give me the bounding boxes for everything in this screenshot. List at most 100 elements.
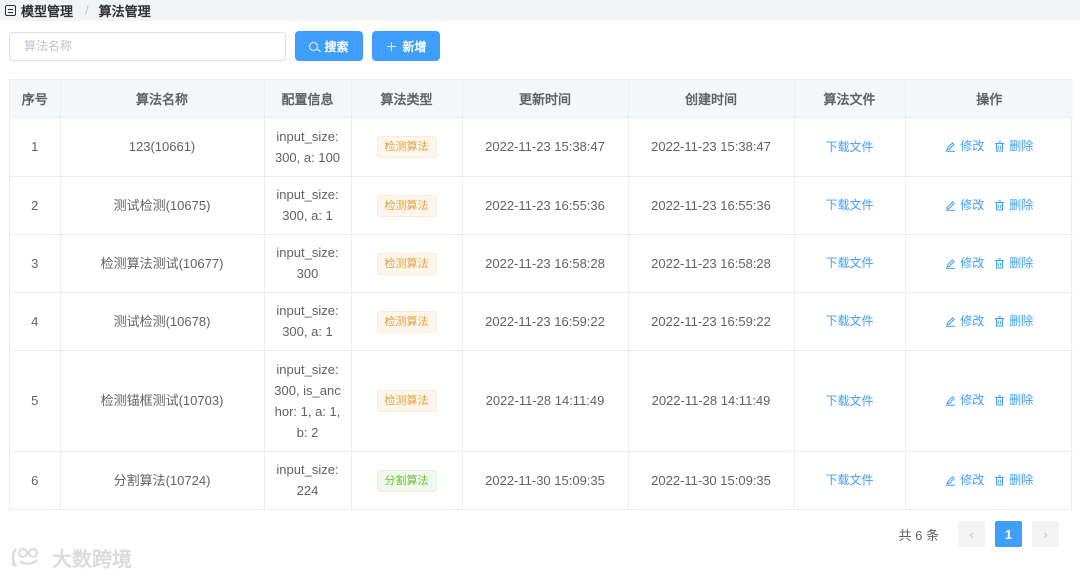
download-file-link[interactable]: 下载文件 bbox=[825, 394, 873, 408]
edit-button[interactable]: 修改 bbox=[945, 311, 984, 332]
toolbar: 搜索 ＋ 新增 bbox=[9, 31, 440, 61]
breadcrumb-current: 算法管理 bbox=[98, 4, 151, 19]
edit-button[interactable]: 修改 bbox=[945, 470, 984, 491]
algorithm-type-tag: 检测算法 bbox=[376, 194, 437, 217]
delete-button[interactable]: 删除 bbox=[994, 136, 1033, 157]
chevron-right-icon[interactable]: › bbox=[1032, 521, 1059, 547]
breadcrumb-separator: / bbox=[85, 3, 89, 18]
page-number-current[interactable]: 1 bbox=[995, 521, 1022, 547]
delete-label: 删除 bbox=[1009, 393, 1034, 407]
cell-config: input_size: 300 bbox=[264, 234, 352, 293]
cell-created: 2022-11-30 15:09:35 bbox=[628, 451, 795, 509]
download-file-link[interactable]: 下载文件 bbox=[825, 314, 873, 328]
breadcrumb-parent[interactable]: 模型管理 bbox=[21, 1, 73, 20]
cell-type: 检测算法 bbox=[351, 176, 463, 235]
edit-icon bbox=[946, 142, 956, 152]
header-config: 配置信息 bbox=[264, 80, 352, 118]
table-row: 5 检测锚框测试(10703) input_size: 300, is_anchor… bbox=[10, 350, 1073, 452]
cell-name: 123(10661) bbox=[60, 117, 265, 177]
delete-button[interactable]: 删除 bbox=[994, 470, 1033, 491]
table-row: 3 检测算法测试(10677) input_size: 300 检测算法 2022-11… bbox=[10, 234, 1073, 293]
edit-label: 修改 bbox=[960, 472, 985, 487]
cell-actions: 修改 删除 bbox=[905, 292, 1073, 351]
cell-file: 下载文件 bbox=[794, 292, 906, 351]
cell-name: 分割算法(10724) bbox=[60, 451, 265, 509]
cell-updated: 2022-11-30 15:09:35 bbox=[462, 451, 629, 509]
cell-index: 4 bbox=[10, 292, 61, 351]
delete-label: 删除 bbox=[1009, 139, 1034, 153]
download-file-link[interactable]: 下载文件 bbox=[825, 473, 873, 487]
search-icon bbox=[309, 41, 319, 51]
cell-file: 下载文件 bbox=[794, 117, 906, 177]
watermark-logo-icon bbox=[11, 547, 39, 567]
watermark: 大数跨境 bbox=[10, 543, 132, 572]
algorithm-type-tag: 检测算法 bbox=[376, 310, 437, 333]
search-input[interactable] bbox=[9, 31, 286, 61]
edit-button[interactable]: 修改 bbox=[945, 195, 984, 216]
chevron-left-icon[interactable]: ‹ bbox=[958, 521, 985, 547]
delete-button[interactable]: 删除 bbox=[994, 390, 1033, 411]
watermark-text: 大数跨境 bbox=[52, 549, 132, 571]
trash-icon bbox=[995, 141, 1005, 152]
delete-button[interactable]: 删除 bbox=[994, 311, 1033, 332]
cell-config: input_size: 224 bbox=[264, 451, 352, 509]
cell-index: 2 bbox=[10, 176, 61, 235]
header-file: 算法文件 bbox=[794, 80, 906, 118]
cell-config: input_size: 300, a: 1 bbox=[264, 292, 352, 351]
add-button-label: 新增 bbox=[402, 39, 427, 54]
edit-label: 修改 bbox=[960, 197, 985, 212]
header-created: 创建时间 bbox=[628, 80, 795, 118]
edit-label: 修改 bbox=[960, 139, 985, 153]
cell-name: 测试检测(10675) bbox=[60, 176, 265, 235]
algorithm-type-tag: 检测算法 bbox=[376, 252, 437, 275]
download-file-link[interactable]: 下载文件 bbox=[825, 198, 873, 212]
table-row: 2 测试检测(10675) input_size: 300, a: 1 检测算法 202… bbox=[10, 176, 1073, 235]
edit-button[interactable]: 修改 bbox=[945, 390, 984, 411]
delete-label: 删除 bbox=[1009, 472, 1034, 487]
search-button[interactable]: 搜索 bbox=[295, 31, 363, 61]
cell-config: input_size: 300, a: 100 bbox=[264, 117, 352, 177]
delete-button[interactable]: 删除 bbox=[994, 195, 1033, 216]
cell-type: 检测算法 bbox=[351, 350, 463, 452]
cell-config: input_size: 300, is_anchor: 1, a: 1, b: … bbox=[264, 350, 352, 452]
cell-index: 3 bbox=[10, 234, 61, 293]
cell-config: input_size: 300, a: 1 bbox=[264, 176, 352, 235]
cell-actions: 修改 删除 bbox=[905, 117, 1073, 177]
delete-label: 删除 bbox=[1009, 313, 1034, 328]
pagination-total: 共 6 条 bbox=[898, 527, 939, 543]
table-header-row: 序号 算法名称 配置信息 算法类型 更新时间 创建时间 算法文件 操作 bbox=[10, 80, 1073, 118]
edit-icon bbox=[946, 476, 956, 486]
plus-icon: ＋ bbox=[385, 39, 398, 54]
cell-updated: 2022-11-23 16:55:36 bbox=[462, 176, 629, 235]
cell-type: 检测算法 bbox=[351, 292, 463, 351]
cell-file: 下载文件 bbox=[794, 234, 906, 293]
trash-icon bbox=[995, 200, 1005, 210]
add-button[interactable]: ＋ 新增 bbox=[372, 31, 440, 61]
pagination: 共 6 条 ‹ 1 › bbox=[899, 521, 1064, 547]
cell-type: 检测算法 bbox=[351, 117, 463, 177]
cell-type: 分割算法 bbox=[351, 451, 463, 509]
table-row: 1 123(10661) input_size: 300, a: 100 检测算法 20… bbox=[10, 117, 1073, 177]
search-button-label: 搜索 bbox=[324, 39, 349, 54]
delete-label: 删除 bbox=[1009, 255, 1034, 270]
cell-name: 检测算法测试(10677) bbox=[60, 234, 265, 293]
header-name: 算法名称 bbox=[60, 80, 265, 118]
cell-created: 2022-11-23 16:55:36 bbox=[628, 176, 795, 235]
table-row: 6 分割算法(10724) input_size: 224 分割算法 2022-11-3… bbox=[10, 451, 1073, 509]
cell-updated: 2022-11-23 15:38:47 bbox=[462, 117, 629, 177]
download-file-link[interactable]: 下载文件 bbox=[825, 256, 873, 270]
trash-icon bbox=[995, 475, 1005, 486]
header-index: 序号 bbox=[10, 80, 61, 118]
edit-button[interactable]: 修改 bbox=[945, 136, 984, 157]
cell-actions: 修改 删除 bbox=[905, 176, 1073, 235]
edit-icon bbox=[946, 200, 956, 211]
header-actions: 操作 bbox=[905, 80, 1073, 118]
trash-icon bbox=[995, 316, 1005, 326]
menu-list-icon bbox=[5, 5, 16, 16]
cell-updated: 2022-11-23 16:58:28 bbox=[462, 234, 629, 293]
delete-button[interactable]: 删除 bbox=[994, 253, 1033, 274]
cell-index: 1 bbox=[10, 117, 61, 177]
download-file-link[interactable]: 下载文件 bbox=[825, 140, 873, 154]
cell-index: 6 bbox=[10, 451, 61, 509]
edit-button[interactable]: 修改 bbox=[945, 253, 984, 274]
